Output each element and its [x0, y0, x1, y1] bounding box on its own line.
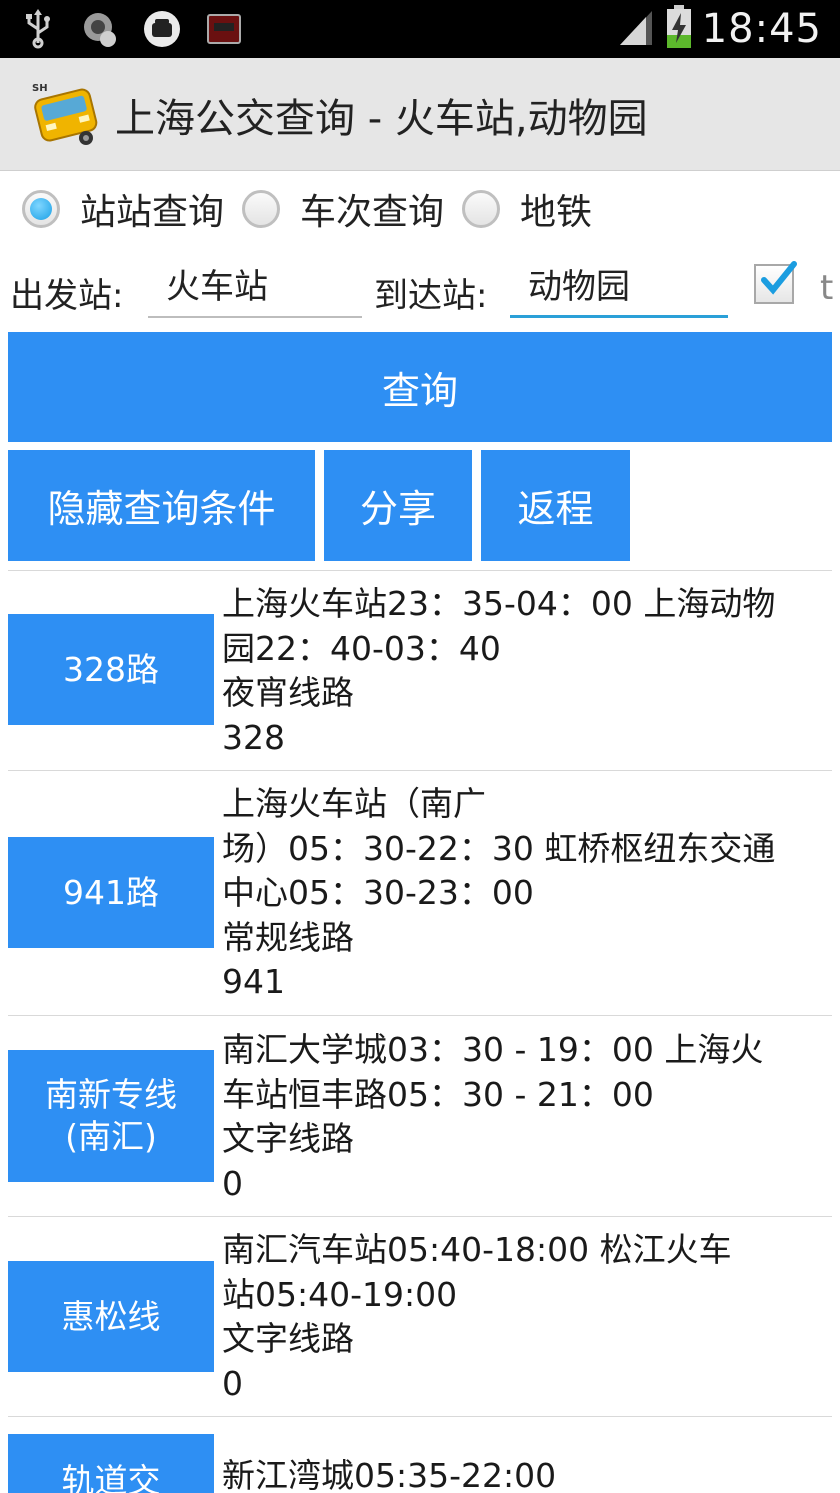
route-button[interactable]: 941路 — [8, 837, 214, 948]
route-info-line: 中心05：30-23：00 — [222, 873, 534, 913]
route-number: 0 — [222, 1163, 243, 1203]
radio-route-query[interactable]: 车次查询 — [242, 183, 444, 235]
route-info-line: 新江湾城05:35-22:00 — [222, 1456, 557, 1493]
checkbox-label: t — [820, 268, 834, 308]
query-button[interactable]: 查询 — [8, 332, 832, 442]
option-checkbox[interactable] — [754, 261, 797, 304]
radio-label: 站站查询 — [80, 192, 225, 233]
divider — [8, 1015, 832, 1016]
divider — [8, 570, 832, 571]
station-form: 出发站: 火车站 到达站: 动物园 t — [10, 261, 840, 322]
radio-label: 车次查询 — [300, 192, 445, 233]
bus-icon: SH — [30, 80, 102, 148]
route-button-label: 南新专线(南汇) — [45, 1075, 177, 1156]
signal-icon — [616, 7, 656, 51]
route-type: 夜宵线路 — [222, 673, 354, 713]
route-info-line: 南汇汽车站05:40-18:00 松江火车 — [222, 1230, 732, 1269]
route-info-line: 上海火车站（南广 — [222, 784, 486, 823]
route-info-line: 车站恒丰路05：30 - 21：00 — [222, 1074, 654, 1114]
route-info-line: 上海火车站23：35-04：00 上海动物 — [222, 584, 776, 623]
notification-icons — [18, 8, 244, 50]
radio-station-query[interactable]: 站站查询 — [22, 183, 224, 235]
route-button[interactable]: 轨道交 — [8, 1434, 214, 1493]
route-button[interactable]: 南新专线(南汇) — [8, 1050, 214, 1182]
status-bar: 18:45 — [0, 0, 840, 58]
route-info: 上海火车站（南广 场）05：30-22：30 虹桥枢纽东交通 中心05：30-2… — [222, 782, 832, 1005]
radio-selected-icon[interactable] — [22, 190, 60, 228]
radio-unselected-icon[interactable] — [242, 190, 281, 228]
battery-charging-icon — [666, 5, 692, 53]
system-status: 18:45 — [616, 0, 822, 58]
route-info: 新江湾城05:35-22:00 — [222, 1454, 832, 1493]
route-info-line: 南汇大学城03：30 - 19：00 上海火 — [222, 1030, 764, 1069]
route-info: 南汇大学城03：30 - 19：00 上海火 车站恒丰路05：30 - 21：0… — [222, 1028, 832, 1206]
route-info: 南汇汽车站05:40-18:00 松江火车 站05:40-19:00 文字线路 … — [222, 1228, 832, 1406]
radio-label: 地铁 — [520, 192, 593, 233]
svg-text:SH: SH — [32, 83, 48, 94]
divider — [8, 1416, 832, 1417]
return-trip-button[interactable]: 返程 — [481, 450, 630, 561]
to-station-label: 到达站: — [374, 276, 488, 316]
result-list[interactable]: 328路 上海火车站23：35-04：00 上海动物 园22：40-03：40 … — [0, 570, 840, 1493]
from-station-label: 出发站: — [10, 276, 124, 316]
route-info-line: 园22：40-03：40 — [222, 628, 501, 668]
route-type: 文字线路 — [222, 1319, 354, 1359]
divider — [8, 770, 832, 771]
action-bar: SH 上海公交查询 - 火车站,动物园 — [0, 58, 840, 171]
route-number: 0 — [222, 1363, 243, 1403]
route-info: 上海火车站23：35-04：00 上海动物 园22：40-03：40 夜宵线路 … — [222, 582, 832, 760]
phone-icon — [142, 9, 182, 49]
route-number: 328 — [222, 717, 285, 757]
route-info-line: 场）05：30-22：30 虹桥枢纽东交通 — [222, 828, 776, 868]
usb-icon — [18, 9, 58, 49]
from-station-input[interactable]: 火车站 — [148, 262, 362, 318]
route-info-line: 站05:40-19:00 — [222, 1274, 458, 1314]
radio-metro[interactable]: 地铁 — [462, 183, 592, 235]
radio-unselected-icon[interactable] — [462, 190, 501, 228]
voicemail-icon — [80, 9, 120, 49]
route-type: 文字线路 — [222, 1119, 354, 1159]
divider — [8, 1216, 832, 1217]
page-title: 上海公交查询 - 火车站,动物园 — [115, 96, 648, 142]
hide-conditions-button[interactable]: 隐藏查询条件 — [8, 450, 315, 561]
clock: 18:45 — [701, 6, 822, 52]
route-button[interactable]: 328路 — [8, 614, 214, 725]
to-station-input[interactable]: 动物园 — [510, 262, 728, 318]
share-button[interactable]: 分享 — [324, 450, 472, 561]
route-button[interactable]: 惠松线 — [8, 1261, 214, 1372]
route-number: 941 — [222, 962, 285, 1002]
check-icon — [761, 261, 797, 295]
query-mode-group: 站站查询 车次查询 地铁 — [22, 184, 610, 234]
route-type: 常规线路 — [222, 917, 354, 957]
cassette-icon — [204, 9, 244, 49]
